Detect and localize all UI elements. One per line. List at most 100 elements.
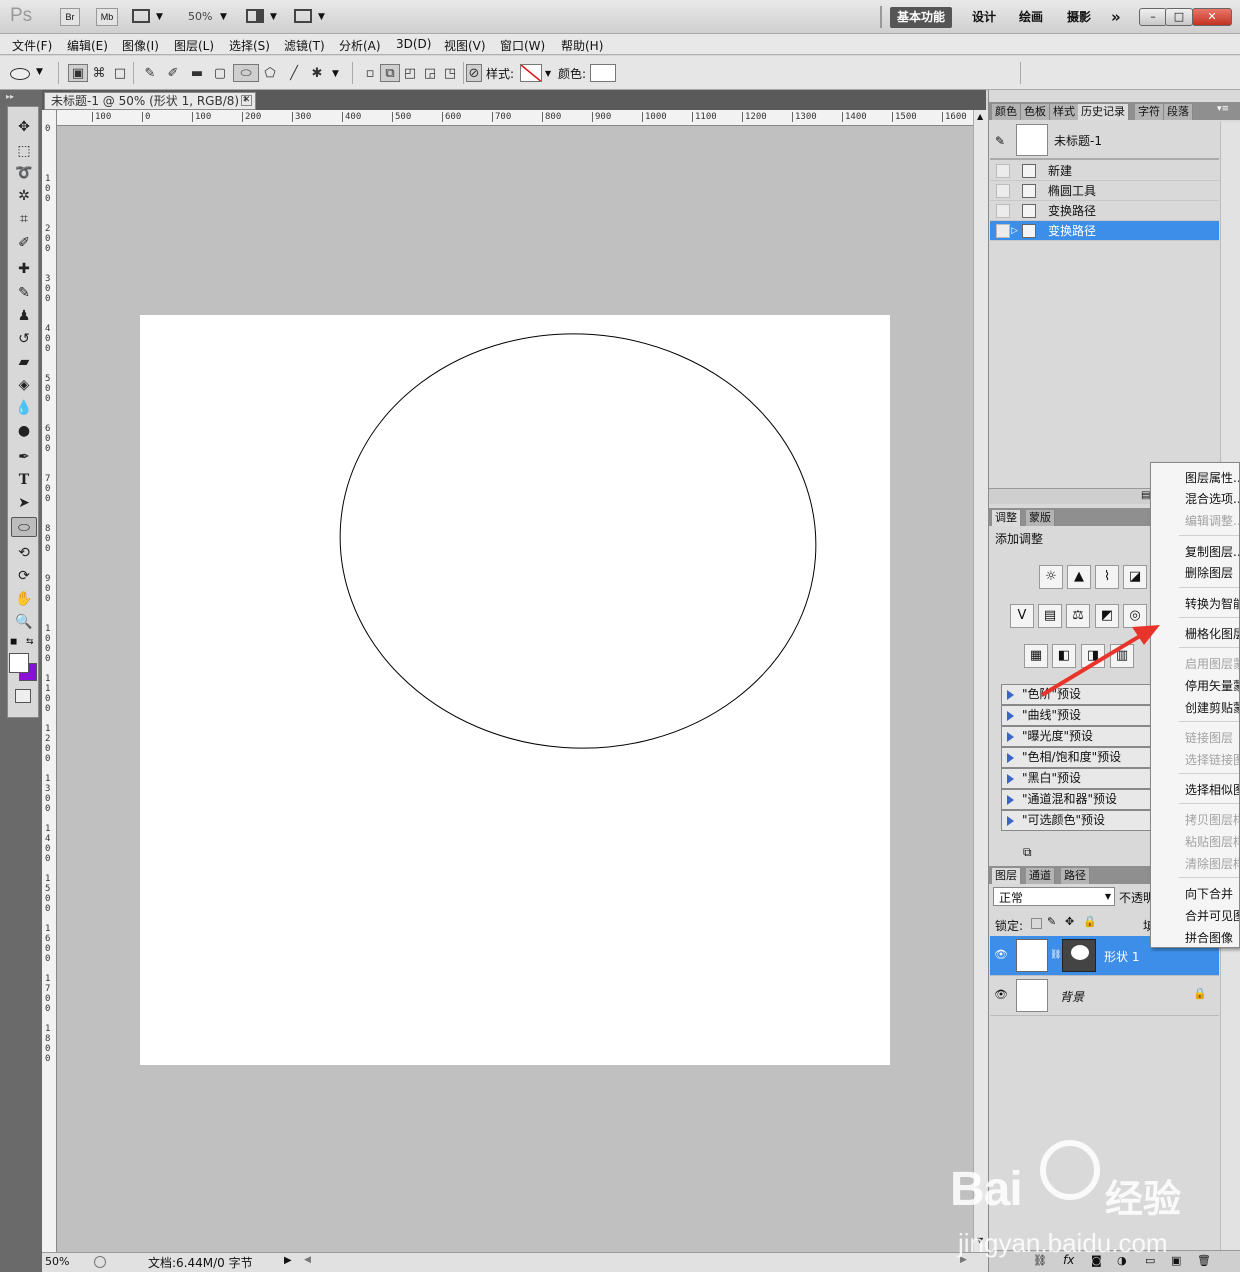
workspace-design[interactable]: 设计 bbox=[965, 7, 1003, 28]
history-step-selected[interactable]: ▷ 变换路径 bbox=[990, 221, 1219, 241]
history-brush-source-icon[interactable]: ✎ bbox=[995, 134, 1005, 148]
zoom-field[interactable]: 50% bbox=[45, 1255, 69, 1268]
add-to-shape-area-icon[interactable]: ⧉ bbox=[380, 64, 400, 82]
dodge-tool-icon[interactable]: ● bbox=[11, 421, 37, 441]
3d-orbit-icon[interactable]: ⟳ bbox=[11, 566, 37, 586]
tab-swatches[interactable]: 色板 bbox=[1021, 104, 1050, 120]
preset-hue-saturation[interactable]: "色相/饱和度"预设 bbox=[1001, 747, 1151, 768]
vertical-scrollbar[interactable]: ▲ ▼ bbox=[973, 110, 988, 1252]
chevron-down-icon[interactable]: ▼ bbox=[332, 69, 339, 79]
context-menu-item[interactable]: 停用矢量蒙 bbox=[1185, 677, 1239, 694]
eye-icon[interactable]: 👁 bbox=[994, 948, 1008, 961]
context-menu-item[interactable]: 栅格化图层 bbox=[1185, 625, 1239, 642]
zoom-level-select[interactable]: 50% bbox=[188, 10, 212, 23]
workspace-essentials[interactable]: 基本功能 bbox=[890, 7, 953, 28]
menu-select[interactable]: 选择(S) bbox=[229, 37, 270, 54]
tab-masks[interactable]: 蒙版 bbox=[1026, 510, 1055, 526]
type-tool-icon[interactable]: T bbox=[11, 470, 37, 490]
eye-icon[interactable]: 👁 bbox=[994, 988, 1008, 1001]
freeform-pen-icon[interactable]: ✐ bbox=[163, 64, 183, 82]
intersect-shape-area-icon[interactable]: ◲ bbox=[420, 64, 440, 82]
workspace-photography[interactable]: 摄影 bbox=[1060, 7, 1098, 28]
history-step[interactable]: 变换路径 bbox=[990, 201, 1219, 221]
eraser-icon[interactable]: ▰ bbox=[11, 352, 37, 372]
tab-color[interactable]: 颜色 bbox=[992, 104, 1021, 120]
tab-adjustments[interactable]: 调整 bbox=[992, 510, 1021, 526]
curves-icon[interactable]: ⌇ bbox=[1095, 565, 1119, 589]
context-menu-item[interactable]: 创建剪贴蒙 bbox=[1185, 699, 1239, 716]
layer-thumbnail[interactable] bbox=[1016, 979, 1048, 1012]
checkbox[interactable] bbox=[996, 224, 1010, 238]
context-menu-item[interactable]: 拼合图像 bbox=[1185, 929, 1233, 946]
create-new-shape-layer-icon[interactable]: ▫ bbox=[360, 64, 380, 82]
context-menu-item[interactable]: 选择相似图 bbox=[1185, 781, 1239, 798]
status-info-icon[interactable] bbox=[94, 1256, 106, 1268]
menu-layer[interactable]: 图层(L) bbox=[174, 37, 214, 54]
exposure-icon[interactable]: ◪ bbox=[1123, 565, 1147, 589]
status-menu-arrow-icon[interactable]: ▶ bbox=[284, 1255, 292, 1266]
lock-transparent-icon[interactable] bbox=[1031, 918, 1042, 929]
quick-mask-icon[interactable] bbox=[15, 689, 31, 703]
pen-tool-icon[interactable]: ✒ bbox=[11, 447, 37, 467]
layer-name[interactable]: 形状 1 bbox=[1104, 948, 1139, 965]
tab-paths[interactable]: 路径 bbox=[1061, 868, 1090, 884]
bridge-button[interactable]: Br bbox=[60, 8, 80, 26]
fill-pixels-mode-icon[interactable]: □ bbox=[110, 64, 130, 82]
zoom-tool-icon[interactable]: 🔍 bbox=[11, 612, 37, 632]
view-extras-dropdown[interactable]: ▼ bbox=[132, 9, 166, 25]
menu-file[interactable]: 文件(F) bbox=[12, 37, 52, 54]
marquee-tool-icon[interactable]: ⬚ bbox=[11, 141, 37, 161]
polygon-icon[interactable]: ⬠ bbox=[260, 64, 280, 82]
layer-name[interactable]: 背景 bbox=[1060, 988, 1084, 1005]
magic-wand-icon[interactable]: ✲ bbox=[11, 186, 37, 206]
layers-scrollbar[interactable] bbox=[1220, 936, 1240, 1250]
path-selection-icon[interactable]: ➤ bbox=[11, 493, 37, 513]
chevron-down-icon[interactable]: ▼ bbox=[545, 69, 551, 78]
screen-mode-dropdown[interactable]: ▼ bbox=[294, 9, 328, 25]
document-tab[interactable]: 未标题-1 @ 50% (形状 1, RGB/8) * ✕ bbox=[44, 92, 256, 110]
menu-analysis[interactable]: 分析(A) bbox=[339, 37, 381, 54]
arrange-documents-dropdown[interactable]: ▼ bbox=[246, 9, 280, 25]
context-menu-item[interactable]: 删除图层 bbox=[1185, 564, 1233, 581]
tool-preset-picker[interactable]: ▼ bbox=[10, 66, 44, 82]
tab-character[interactable]: 字符 bbox=[1135, 104, 1164, 120]
swap-colors-icon[interactable]: ⇆ bbox=[26, 637, 34, 647]
pen-tool-icon[interactable]: ✎ bbox=[140, 64, 160, 82]
history-step[interactable]: 椭圆工具 bbox=[990, 181, 1219, 201]
crop-tool-icon[interactable]: ⌗ bbox=[11, 209, 37, 229]
brush-tool-icon[interactable]: ✎ bbox=[11, 283, 37, 303]
context-menu-item[interactable]: 合并可见图 bbox=[1185, 907, 1239, 924]
tab-history[interactable]: 历史记录 bbox=[1078, 104, 1129, 120]
clip-to-layer-icon[interactable]: ⧉ bbox=[1023, 845, 1032, 860]
context-menu-item[interactable]: 混合选项... bbox=[1185, 490, 1239, 507]
lock-position-icon[interactable]: ✥ bbox=[1065, 915, 1074, 928]
brightness-icon[interactable]: ☼ bbox=[1039, 565, 1063, 589]
rectangle-icon[interactable]: ▬ bbox=[187, 64, 207, 82]
exclude-shape-area-icon[interactable]: ◳ bbox=[440, 64, 460, 82]
minimize-button[interactable]: – bbox=[1139, 8, 1167, 26]
scroll-up-icon[interactable]: ▲ bbox=[977, 112, 983, 121]
ellipse-shape[interactable] bbox=[140, 315, 890, 1065]
layer-row-background[interactable]: 👁 背景 🔒 bbox=[990, 976, 1219, 1016]
line-icon[interactable]: ╱ bbox=[284, 64, 304, 82]
foreground-color-swatch[interactable] bbox=[9, 653, 29, 673]
preset-channel-mixer[interactable]: "通道混和器"预设 bbox=[1001, 789, 1151, 810]
tab-channels[interactable]: 通道 bbox=[1026, 868, 1055, 884]
default-colors-icon[interactable]: ◼ bbox=[10, 637, 17, 647]
workspace-painting[interactable]: 绘画 bbox=[1012, 7, 1050, 28]
scroll-left-icon[interactable]: ◀ bbox=[304, 1255, 311, 1265]
rounded-rectangle-icon[interactable]: ▢ bbox=[210, 64, 230, 82]
tab-styles[interactable]: 样式 bbox=[1050, 104, 1079, 120]
close-button[interactable]: ✕ bbox=[1192, 8, 1232, 26]
levels-icon[interactable]: ▲ bbox=[1067, 565, 1091, 589]
menu-image[interactable]: 图像(I) bbox=[122, 37, 159, 54]
lasso-tool-icon[interactable]: ➰ bbox=[11, 163, 37, 183]
maximize-button[interactable]: □ bbox=[1165, 8, 1193, 26]
checkbox[interactable] bbox=[996, 204, 1010, 218]
checkbox[interactable] bbox=[996, 184, 1010, 198]
more-workspaces-button[interactable]: » bbox=[1104, 7, 1128, 28]
document-canvas[interactable] bbox=[140, 315, 890, 1065]
menu-edit[interactable]: 编辑(E) bbox=[67, 37, 108, 54]
eyedropper-icon[interactable]: ✐ bbox=[11, 233, 37, 253]
paint-bucket-icon[interactable]: ◈ bbox=[11, 375, 37, 395]
